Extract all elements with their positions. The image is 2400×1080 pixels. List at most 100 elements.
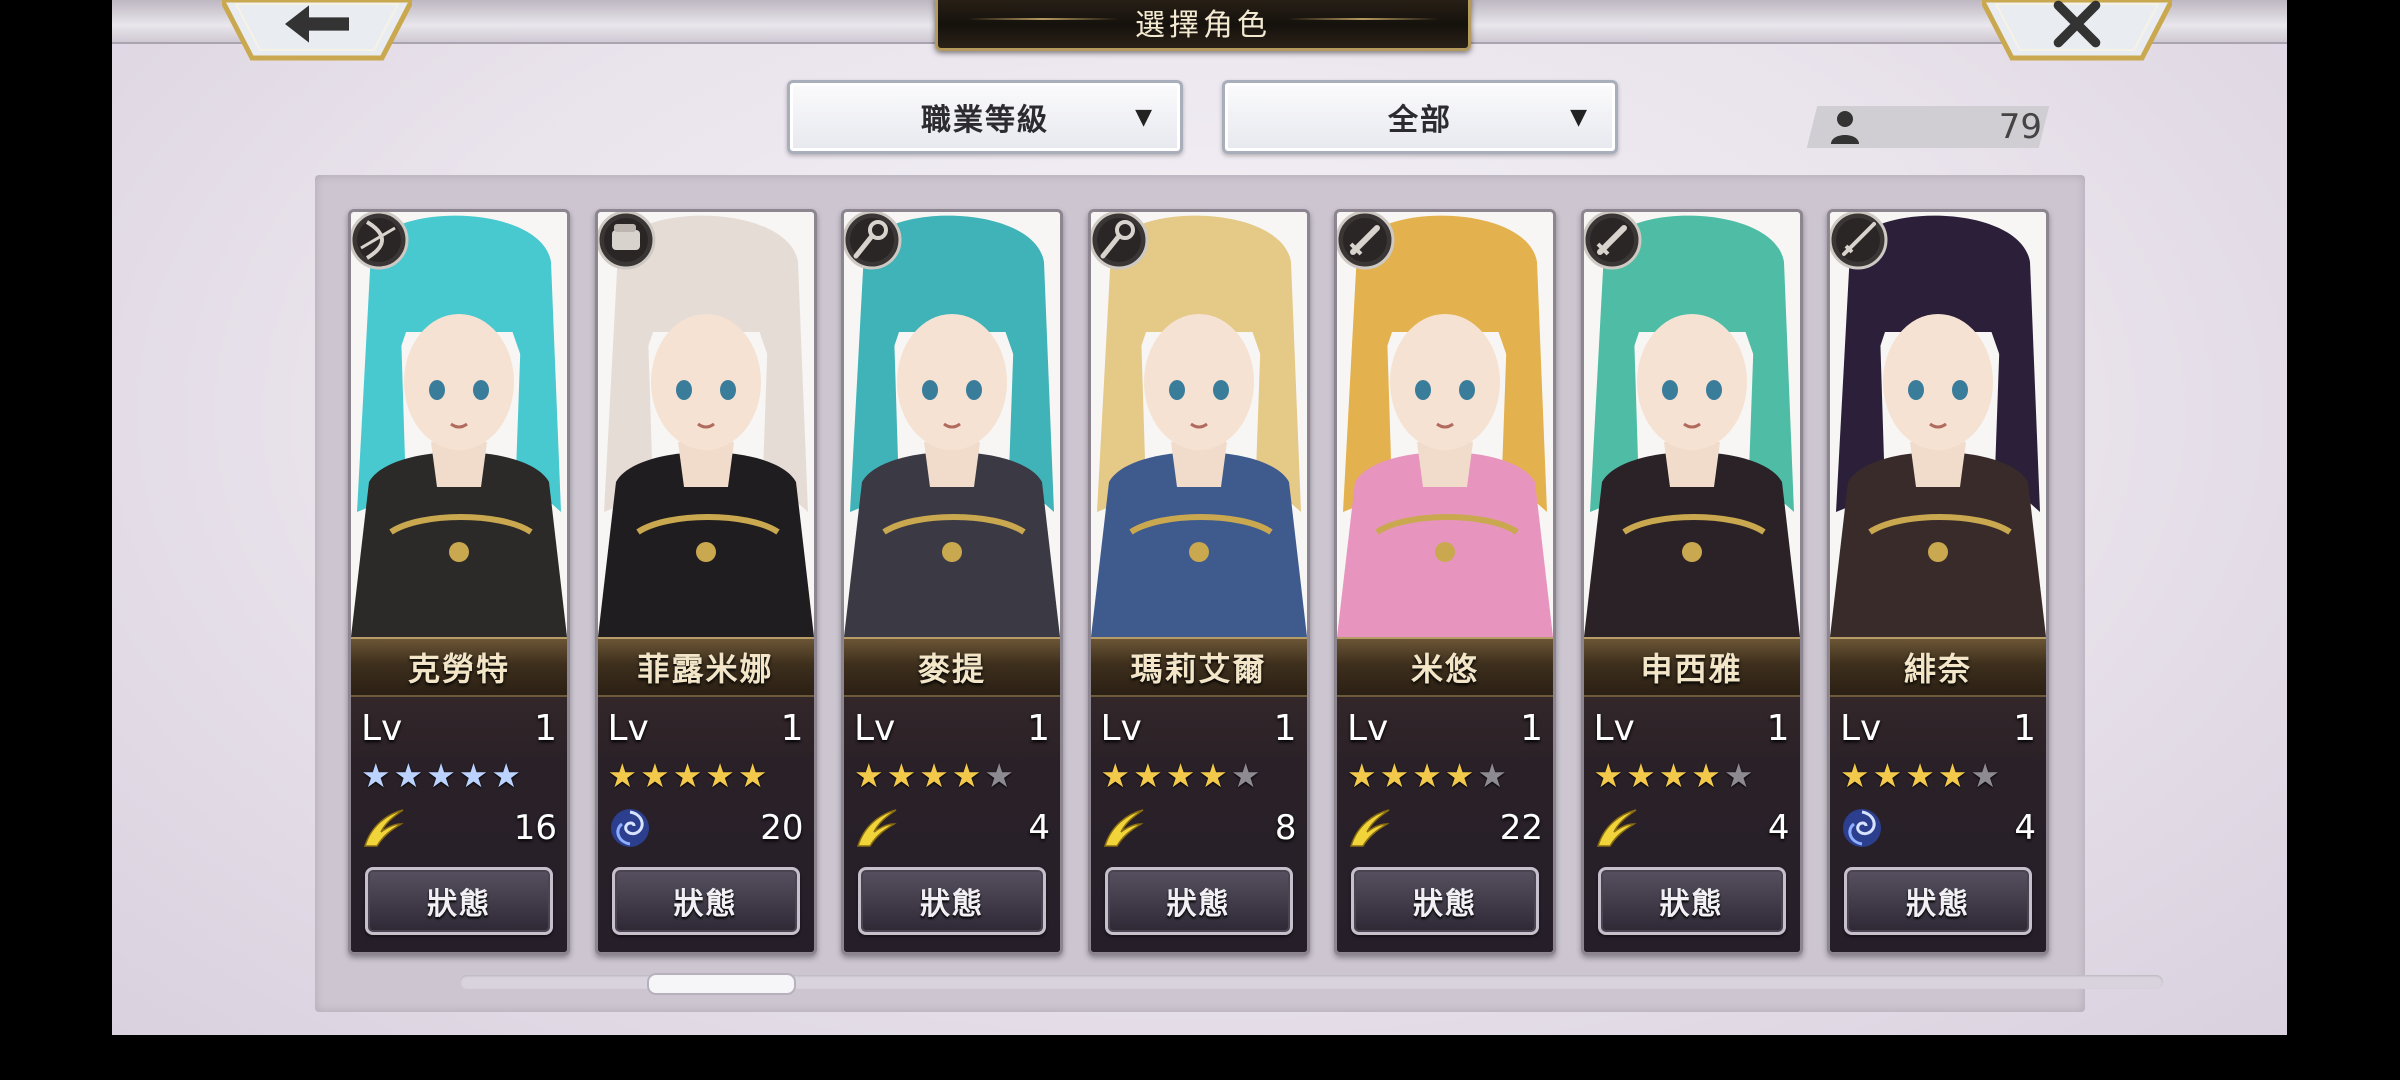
character-portrait bbox=[351, 212, 567, 637]
category-filter-label: 全部 bbox=[1388, 103, 1452, 138]
status-button[interactable]: 狀態 bbox=[1104, 867, 1293, 935]
star-icon: ★ bbox=[951, 756, 982, 795]
category-filter-dropdown[interactable]: 全部 ▼ bbox=[1222, 80, 1618, 154]
chevron-down-icon: ▼ bbox=[1570, 105, 1587, 130]
star-icon: ★ bbox=[458, 756, 489, 795]
sword-class-icon bbox=[1583, 212, 1644, 272]
character-name-bar: 克勞特 bbox=[351, 637, 567, 697]
level-label: Lv bbox=[607, 707, 649, 749]
staff-class-icon bbox=[844, 212, 904, 272]
star-icon: ★ bbox=[1412, 756, 1442, 795]
star-icon: ★ bbox=[919, 756, 949, 795]
character-card-7[interactable]: 緋奈 Lv 1 ★ ★ ★ ★ ★ 4 狀態 bbox=[1827, 209, 2049, 955]
rarity-stars: ★ ★ ★ ★ ★ bbox=[608, 756, 768, 796]
katana-class-icon bbox=[1830, 212, 1890, 272]
level-row: Lv 1 bbox=[854, 706, 1050, 750]
level-row: Lv 1 bbox=[1840, 706, 2036, 750]
character-name: 瑪莉艾爾 bbox=[1130, 650, 1267, 688]
character-portrait bbox=[1337, 212, 1553, 637]
rarity-stars: ★ ★ ★ ★ ★ bbox=[854, 756, 1014, 796]
status-button[interactable]: 狀態 bbox=[1351, 867, 1539, 935]
level-row: Lv 1 bbox=[361, 706, 557, 750]
status-button-label: 狀態 bbox=[1659, 887, 1724, 922]
character-name: 緋奈 bbox=[1903, 650, 1972, 688]
star-icon: ★ bbox=[1626, 756, 1656, 795]
level-value: 1 bbox=[1520, 707, 1543, 749]
element-value: 4 bbox=[2014, 808, 2036, 848]
star-icon: ★ bbox=[1840, 756, 1870, 795]
character-name-bar: 米悠 bbox=[1337, 637, 1553, 697]
rarity-stars: ★ ★ ★ ★ ★ bbox=[1101, 756, 1261, 796]
character-count-value: 79 bbox=[1998, 107, 2042, 147]
star-icon: ★ bbox=[1347, 756, 1377, 795]
character-card-6[interactable]: 申西雅 Lv 1 ★ ★ ★ ★ ★ 4 狀態 bbox=[1580, 209, 1803, 955]
close-button[interactable] bbox=[1982, 0, 2172, 62]
character-card-4[interactable]: 瑪莉艾爾 Lv 1 ★ ★ ★ ★ ★ 8 狀態 bbox=[1087, 209, 1310, 955]
character-card-2[interactable]: 菲露米娜 Lv 1 ★ ★ ★ ★ ★ 20 狀態 bbox=[594, 209, 817, 955]
wind-wing-icon bbox=[854, 806, 898, 850]
character-portrait bbox=[1090, 212, 1307, 637]
element-value: 16 bbox=[513, 808, 557, 848]
star-icon: ★ bbox=[361, 756, 391, 795]
back-button[interactable] bbox=[222, 0, 412, 62]
rarity-stars: ★ ★ ★ ★ ★ bbox=[361, 756, 521, 796]
star-icon: ★ bbox=[1872, 756, 1903, 795]
element-value: 8 bbox=[1274, 808, 1297, 848]
status-button-label: 狀態 bbox=[673, 887, 738, 922]
status-button-label: 狀態 bbox=[1906, 887, 1970, 922]
level-row: Lv 1 bbox=[1347, 706, 1543, 750]
level-row: Lv 1 bbox=[1594, 706, 1790, 750]
status-button-label: 狀態 bbox=[1166, 887, 1231, 922]
close-x-icon bbox=[1982, 0, 2172, 48]
element-row: 16 bbox=[361, 805, 557, 851]
sword-class-icon bbox=[1337, 212, 1397, 272]
wind-wing-icon bbox=[1594, 806, 1638, 850]
character-name-bar: 瑪莉艾爾 bbox=[1090, 637, 1307, 697]
rarity-stars: ★ ★ ★ ★ ★ bbox=[1594, 756, 1754, 796]
character-card-3[interactable]: 麥提 Lv 1 ★ ★ ★ ★ ★ 4 狀態 bbox=[841, 209, 1063, 955]
character-card-1[interactable]: 克勞特 Lv 1 ★ ★ ★ ★ ★ 16 狀態 bbox=[348, 209, 570, 955]
star-icon: ★ bbox=[426, 756, 456, 795]
character-name-bar: 緋奈 bbox=[1830, 637, 2046, 697]
title-plate: 選擇角色 bbox=[935, 0, 1471, 51]
status-button[interactable]: 狀態 bbox=[611, 867, 800, 935]
back-arrow-icon bbox=[222, 0, 412, 48]
character-name: 米悠 bbox=[1410, 650, 1479, 688]
character-name: 麥提 bbox=[917, 650, 986, 688]
star-icon: ★ bbox=[491, 756, 521, 795]
job-level-sort-label: 職業等級 bbox=[921, 103, 1049, 138]
character-select-screen: 選擇角色 職業等級 ▼ 全部 ▼ 79 克勞特 Lv 1 ★ ★ ★ ★ ★ 1… bbox=[112, 0, 2287, 1035]
star-icon: ★ bbox=[1133, 756, 1163, 795]
page-title: 選擇角色 bbox=[1135, 8, 1271, 43]
scrollbar-thumb[interactable] bbox=[646, 973, 796, 995]
star-icon: ★ bbox=[607, 756, 638, 795]
status-button[interactable]: 狀態 bbox=[1597, 867, 1786, 935]
level-label: Lv bbox=[854, 707, 896, 749]
level-value: 1 bbox=[1766, 707, 1790, 749]
star-icon: ★ bbox=[1905, 756, 1935, 795]
star-icon: ★ bbox=[1100, 756, 1131, 795]
status-button[interactable]: 狀態 bbox=[1844, 867, 2032, 935]
job-level-sort-dropdown[interactable]: 職業等級 ▼ bbox=[787, 80, 1183, 154]
star-icon: ★ bbox=[672, 756, 703, 795]
character-card-5[interactable]: 米悠 Lv 1 ★ ★ ★ ★ ★ 22 狀態 bbox=[1334, 209, 1556, 955]
status-button[interactable]: 狀態 bbox=[858, 867, 1046, 935]
star-icon: ★ bbox=[705, 756, 735, 795]
level-label: Lv bbox=[1100, 707, 1142, 749]
chevron-down-icon: ▼ bbox=[1135, 105, 1152, 130]
element-row: 22 bbox=[1347, 805, 1543, 851]
character-portrait bbox=[597, 212, 814, 637]
star-icon: ★ bbox=[737, 756, 768, 795]
star-icon: ★ bbox=[854, 756, 884, 795]
element-row: 4 bbox=[1840, 805, 2036, 851]
star-icon: ★ bbox=[1723, 756, 1754, 795]
level-value: 1 bbox=[780, 707, 804, 749]
level-value: 1 bbox=[1027, 707, 1050, 749]
star-icon: ★ bbox=[886, 756, 917, 795]
star-icon: ★ bbox=[1444, 756, 1475, 795]
title-ornament-right bbox=[1288, 18, 1438, 20]
person-icon bbox=[1831, 111, 1859, 144]
star-icon: ★ bbox=[1379, 756, 1410, 795]
star-icon: ★ bbox=[1691, 756, 1721, 795]
status-button[interactable]: 狀態 bbox=[365, 867, 553, 935]
